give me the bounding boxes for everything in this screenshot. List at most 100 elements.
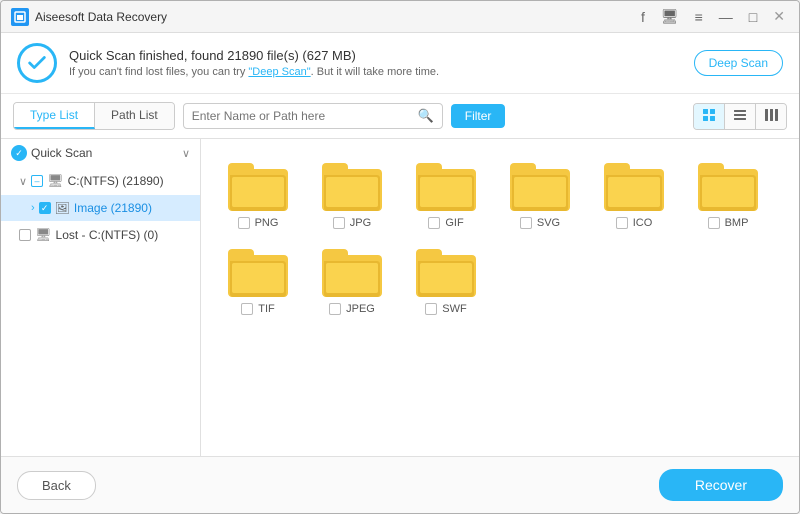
deep-scan-button[interactable]: Deep Scan (694, 50, 783, 76)
chevron-down-icon: ∨ (182, 147, 190, 160)
file-checkbox[interactable] (238, 217, 250, 229)
file-name: ICO (633, 217, 653, 229)
file-item-ico[interactable]: ICO (589, 151, 679, 233)
file-name: TIF (258, 303, 275, 315)
scan-banner: Quick Scan finished, found 21890 file(s)… (1, 33, 799, 94)
c-drive-label: C:(NTFS) (21890) (68, 174, 190, 188)
lost-label: Lost - C:(NTFS) (0) (56, 228, 190, 242)
file-name: GIF (445, 217, 463, 229)
menu-icon[interactable]: ≡ (691, 7, 707, 27)
view-toggle (693, 103, 787, 130)
quick-scan-label: Quick Scan (31, 146, 178, 160)
monitor-icon[interactable]: 🖥 (657, 6, 683, 27)
hint-suffix: . But it will take more time. (311, 66, 439, 78)
main-content: ✓ Quick Scan ∨ ∨ – 🖥 C:(NTFS) (21890) › … (1, 139, 799, 456)
file-label-row: PNG (217, 217, 299, 229)
folder-icon (322, 245, 382, 297)
grid-view-button[interactable] (694, 104, 725, 129)
close-button[interactable]: ✕ (769, 6, 789, 27)
folder-icon (604, 159, 664, 211)
file-checkbox[interactable] (329, 303, 341, 315)
file-label-row: BMP (687, 217, 769, 229)
maximize-button[interactable]: □ (745, 7, 761, 27)
facebook-icon[interactable]: f (637, 7, 649, 27)
file-name: SWF (442, 303, 466, 315)
search-icon: 🔍 (418, 108, 434, 124)
filter-button[interactable]: Filter (451, 104, 506, 128)
scan-badge: ✓ (11, 145, 27, 161)
scan-status-title: Quick Scan finished, found 21890 file(s)… (69, 48, 694, 63)
sidebar-item-lost[interactable]: 🖥 Lost - C:(NTFS) (0) (1, 221, 200, 249)
file-checkbox[interactable] (520, 217, 532, 229)
c-drive-checkbox[interactable]: – (31, 175, 43, 187)
sidebar: ✓ Quick Scan ∨ ∨ – 🖥 C:(NTFS) (21890) › … (1, 139, 201, 456)
app-icon (11, 8, 29, 26)
file-grid: PNG JPG GIF (201, 139, 799, 456)
tab-path-list[interactable]: Path List (95, 103, 174, 129)
file-name: JPEG (346, 303, 375, 315)
tab-group: Type List Path List (13, 102, 175, 130)
file-item-bmp[interactable]: BMP (683, 151, 773, 233)
file-name: PNG (255, 217, 279, 229)
file-name: JPG (350, 217, 371, 229)
drive-icon: 🖥 (47, 173, 64, 189)
toolbar: Type List Path List 🔍 Filter (1, 94, 799, 139)
scan-hint: If you can't find lost files, you can tr… (69, 66, 694, 78)
file-checkbox[interactable] (428, 217, 440, 229)
sidebar-item-c-drive[interactable]: ∨ – 🖥 C:(NTFS) (21890) (1, 167, 200, 195)
folder-icon (228, 159, 288, 211)
file-item-swf[interactable]: SWF (401, 237, 491, 319)
file-item-svg[interactable]: SVG (495, 151, 585, 233)
back-button[interactable]: Back (17, 471, 96, 500)
file-checkbox[interactable] (425, 303, 437, 315)
file-label-row: GIF (405, 217, 487, 229)
chevron-down-icon: ∨ (19, 175, 27, 188)
search-box: 🔍 (183, 103, 443, 129)
folder-icon (416, 159, 476, 211)
file-checkbox[interactable] (708, 217, 720, 229)
file-label-row: SVG (499, 217, 581, 229)
main-window: Aiseesoft Data Recovery f 🖥 ≡ — □ ✕ Quic… (0, 0, 800, 514)
file-item-tif[interactable]: TIF (213, 237, 303, 319)
lost-checkbox[interactable] (19, 229, 31, 241)
deep-scan-link[interactable]: "Deep Scan" (248, 66, 310, 78)
folder-icon (698, 159, 758, 211)
folder-icon (322, 159, 382, 211)
file-label-row: JPEG (311, 303, 393, 315)
sidebar-item-quick-scan[interactable]: ✓ Quick Scan ∨ (1, 139, 200, 167)
list-view-button[interactable] (725, 104, 756, 129)
file-checkbox[interactable] (333, 217, 345, 229)
file-item-jpeg[interactable]: JPEG (307, 237, 397, 319)
scan-result-text: Quick Scan finished, found 21890 file(s)… (69, 48, 694, 78)
detail-view-button[interactable] (756, 104, 786, 129)
footer: Back Recover (1, 456, 799, 513)
chevron-right-icon: › (31, 202, 35, 214)
file-name: BMP (725, 217, 749, 229)
folder-icon (228, 245, 288, 297)
window-controls: f 🖥 ≡ — □ ✕ (637, 6, 789, 27)
search-input[interactable] (192, 109, 414, 123)
image-checkbox[interactable]: ✓ (39, 202, 51, 214)
folder-icon (510, 159, 570, 211)
tab-type-list[interactable]: Type List (14, 103, 95, 129)
file-item-gif[interactable]: GIF (401, 151, 491, 233)
file-checkbox[interactable] (616, 217, 628, 229)
check-circle (17, 43, 57, 83)
file-item-png[interactable]: PNG (213, 151, 303, 233)
file-checkbox[interactable] (241, 303, 253, 315)
file-label-row: TIF (217, 303, 299, 315)
file-label-row: JPG (311, 217, 393, 229)
file-item-jpg[interactable]: JPG (307, 151, 397, 233)
image-label: Image (21890) (74, 201, 190, 215)
minimize-button[interactable]: — (715, 7, 737, 27)
sidebar-item-image[interactable]: › ✓ 🖼 Image (21890) (1, 195, 200, 221)
hint-prefix: If you can't find lost files, you can tr… (69, 66, 248, 78)
title-bar: Aiseesoft Data Recovery f 🖥 ≡ — □ ✕ (1, 1, 799, 33)
file-label-row: SWF (405, 303, 487, 315)
file-name: SVG (537, 217, 560, 229)
file-label-row: ICO (593, 217, 675, 229)
lost-drive-icon: 🖥 (35, 227, 52, 243)
recover-button[interactable]: Recover (659, 469, 783, 501)
folder-icon (416, 245, 476, 297)
window-title: Aiseesoft Data Recovery (35, 10, 637, 24)
